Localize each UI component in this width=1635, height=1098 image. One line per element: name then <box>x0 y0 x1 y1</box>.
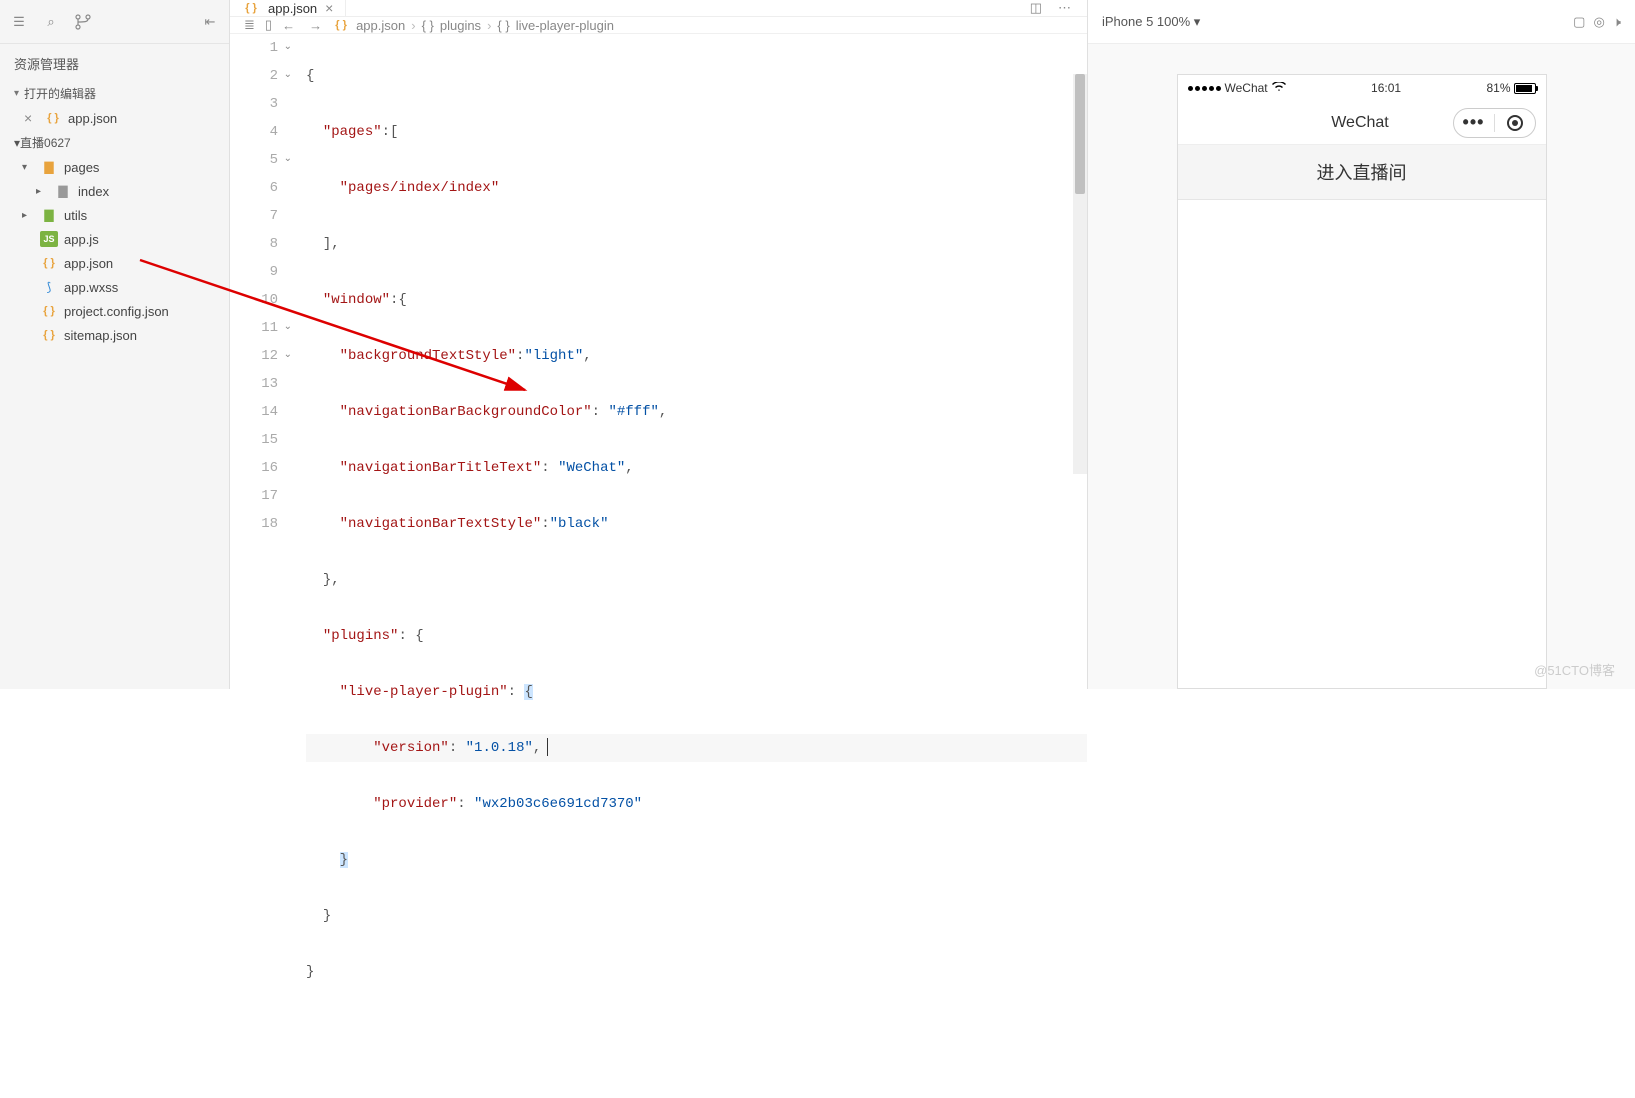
tab-label: app.json <box>268 1 317 16</box>
tree-file-sitemap[interactable]: { }sitemap.json <box>0 323 229 347</box>
tree-file-appwxss[interactable]: ⟆app.wxss <box>0 275 229 299</box>
tree-folder-pages[interactable]: ▾▇pages <box>0 155 229 179</box>
editor-pane: { } app.json × ◫ ⋯ ≣ ▯ ← → { } app.json … <box>230 0 1087 689</box>
bookmark-icon[interactable]: ▯ <box>265 17 272 33</box>
code-body[interactable]: { "pages":[ "pages/index/index" ], "wind… <box>286 34 1087 1098</box>
wifi-icon <box>1272 81 1286 95</box>
sidebar-toolbar: ☰ ⌕ ⇤ <box>0 0 229 44</box>
editor-tabs: { } app.json × ◫ ⋯ <box>230 0 1087 17</box>
tree-folder-utils[interactable]: ▸▇utils <box>0 203 229 227</box>
project-name: 直播0627 <box>20 134 71 151</box>
battery-indicator: 81% <box>1486 81 1535 95</box>
json-icon: { } <box>242 0 260 16</box>
tree-file-appjson[interactable]: { }app.json <box>0 251 229 275</box>
more-icon[interactable]: ⋯ <box>1058 0 1071 16</box>
scrollbar-vertical[interactable] <box>1073 74 1087 474</box>
line-gutter: 1⌄ 2⌄ 34 5⌄ 678910 11⌄ 12⌄ 131415161718 <box>230 34 286 1098</box>
json-icon: { } <box>44 110 62 126</box>
open-editor-label: app.json <box>68 111 117 126</box>
branch-icon[interactable] <box>74 13 92 31</box>
folder-icon: ▇ <box>40 159 58 175</box>
js-icon: JS <box>40 231 58 247</box>
wxss-icon: ⟆ <box>40 279 58 295</box>
nav-forward-icon[interactable]: → <box>309 18 322 33</box>
json-icon: { } <box>40 327 58 343</box>
tree-file-projconfig[interactable]: { }project.config.json <box>0 299 229 323</box>
tab-appjson[interactable]: { } app.json × <box>230 0 346 16</box>
open-editor-item[interactable]: × { } app.json <box>0 106 229 130</box>
carrier-label: WeChat <box>1225 81 1268 95</box>
simulator-viewport: WeChat 16:01 81% WeChat ••• 进入直播间 <box>1088 44 1635 689</box>
device-selector[interactable]: iPhone 5 100% ▾ <box>1102 14 1200 30</box>
enter-live-button[interactable]: 进入直播间 <box>1178 145 1546 200</box>
device-icon[interactable]: ▢ <box>1573 14 1585 30</box>
sidebar: ☰ ⌕ ⇤ 资源管理器 ▾打开的编辑器 × { } app.json ▾直播06… <box>0 0 230 689</box>
menu-icon[interactable]: ☰ <box>10 13 28 31</box>
search-icon[interactable]: ⌕ <box>42 13 60 31</box>
status-bar: WeChat 16:01 81% <box>1178 75 1546 101</box>
explorer-title: 资源管理器 <box>0 44 229 81</box>
simulator-pane: iPhone 5 100% ▾ ▢ ◎ 🕨 WeChat 16:01 81% W… <box>1087 0 1635 689</box>
code-editor[interactable]: 1⌄ 2⌄ 34 5⌄ 678910 11⌄ 12⌄ 131415161718 … <box>230 34 1087 1098</box>
json-icon: { } <box>332 17 350 33</box>
breadcrumb-file[interactable]: app.json <box>356 18 405 33</box>
simulator-toolbar: iPhone 5 100% ▾ ▢ ◎ 🕨 <box>1088 0 1635 44</box>
nav-back-icon[interactable]: ← <box>282 18 295 33</box>
folder-icon: ▇ <box>54 183 72 199</box>
nav-title: WeChat <box>1268 114 1453 132</box>
mute-icon[interactable]: 🕨 <box>1613 14 1621 30</box>
capsule-button: ••• <box>1453 108 1536 138</box>
tree-file-appjs[interactable]: JSapp.js <box>0 227 229 251</box>
folder-icon: ▇ <box>40 207 58 223</box>
list-icon[interactable]: ≣ <box>244 17 255 33</box>
split-icon[interactable]: ◫ <box>1030 0 1042 16</box>
collapse-icon[interactable]: ⇤ <box>201 13 219 31</box>
breadcrumb: ≣ ▯ ← → { } app.json › { } plugins › { }… <box>230 17 1087 34</box>
device-frame: WeChat 16:01 81% WeChat ••• 进入直播间 <box>1177 74 1547 689</box>
project-section[interactable]: ▾直播0627 <box>0 130 229 155</box>
close-icon[interactable]: × <box>24 110 38 126</box>
open-editors-label: 打开的编辑器 <box>24 85 96 102</box>
signal-icon <box>1188 86 1221 91</box>
json-icon: { } <box>40 255 58 271</box>
open-editors-section[interactable]: ▾打开的编辑器 <box>0 81 229 106</box>
capsule-menu-button[interactable]: ••• <box>1454 109 1494 137</box>
close-icon[interactable]: × <box>325 0 333 16</box>
target-icon[interactable]: ◎ <box>1593 14 1604 30</box>
time-label: 16:01 <box>1286 81 1487 95</box>
capsule-close-button[interactable] <box>1495 109 1535 137</box>
json-icon: { } <box>40 303 58 319</box>
nav-bar: WeChat ••• <box>1178 101 1546 145</box>
breadcrumb-seg2[interactable]: live-player-plugin <box>516 18 614 33</box>
tree-folder-index[interactable]: ▸▇index <box>0 179 229 203</box>
breadcrumb-seg1[interactable]: plugins <box>440 18 481 33</box>
